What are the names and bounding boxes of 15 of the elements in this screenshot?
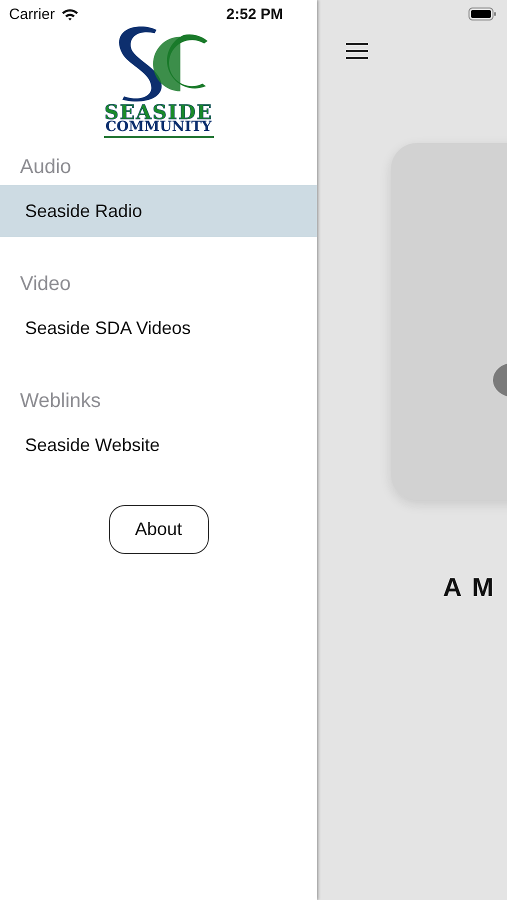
logo-name: SEASIDE xyxy=(104,104,213,121)
about-button[interactable]: About xyxy=(108,505,208,554)
battery-icon xyxy=(468,7,497,21)
main-title: A M xyxy=(443,572,497,603)
section-header: Weblinks xyxy=(19,389,102,414)
menu-icon[interactable] xyxy=(346,43,368,59)
logo-subtitle: COMMUNITY xyxy=(105,121,212,134)
menu-item[interactable]: Seaside SDA Videos xyxy=(0,302,317,354)
menu-item[interactable]: Seaside Website xyxy=(0,419,317,471)
section-header: Video xyxy=(19,272,72,297)
menu-item[interactable]: Seaside Radio xyxy=(0,185,317,237)
section-header: Audio xyxy=(19,155,72,180)
carrier-label: Carrier xyxy=(9,6,55,22)
wifi-icon xyxy=(60,8,79,20)
clock-time: 2:52 PM xyxy=(226,6,283,22)
